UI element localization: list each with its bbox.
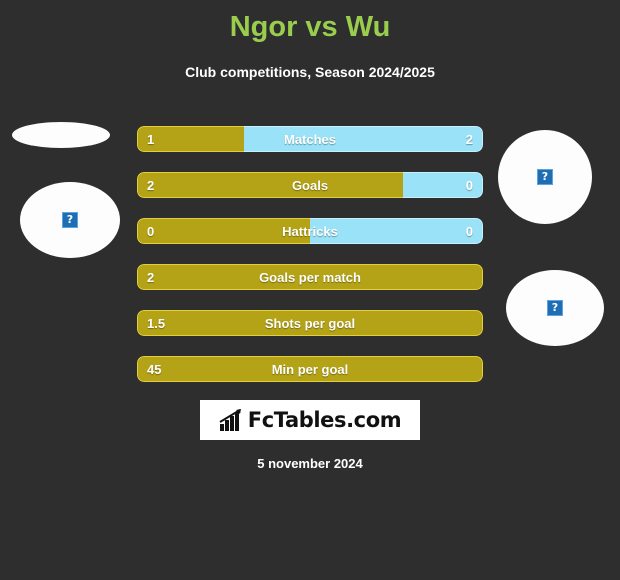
stat-bar-row: Matches 1 2 [137,126,483,152]
broken-image-icon: ? [62,212,78,228]
stat-bar-track [137,126,483,152]
stat-bar-track [137,264,483,290]
chart-date: 5 november 2024 [257,456,363,471]
stat-bar-row: Shots per goal 1.5 [137,310,483,336]
stat-bar-track [137,218,483,244]
stat-bar-row: Min per goal 45 [137,356,483,382]
stat-bar-home-fill [137,218,310,244]
stat-bar-away-fill [403,172,483,198]
broken-image-icon: ? [537,169,553,185]
fctables-logo[interactable]: FcTables.com [200,400,420,440]
stat-bar-row: Goals 2 0 [137,172,483,198]
away-player-photo: ? [498,130,592,224]
home-club-logo: ? [20,182,120,258]
stat-bar-row: Goals per match 2 [137,264,483,290]
stat-bar-track [137,310,483,336]
stat-bar-home-fill [137,310,483,336]
page-subtitle: Club competitions, Season 2024/2025 [185,64,435,80]
comparison-bar-chart: Matches 1 2 Goals 2 0 Hattricks 0 0 Goals per mat… [137,126,483,402]
stat-bar-away-fill [310,218,483,244]
stat-bar-track [137,356,483,382]
stat-bar-home-fill [137,264,483,290]
away-club-logo: ? [506,270,604,346]
stat-bar-home-fill [137,356,483,382]
stat-bar-row: Hattricks 0 0 [137,218,483,244]
stat-bar-track [137,172,483,198]
stat-bar-home-fill [137,172,404,198]
bar-chart-icon [219,409,241,431]
broken-image-icon: ? [547,300,563,316]
stat-bar-home-fill [137,126,245,152]
stat-bar-away-fill [244,126,483,152]
home-player-photo: ? [12,122,110,148]
page-title: Ngor vs Wu [229,11,391,43]
fctables-logo-text: FcTables.com [247,408,402,432]
